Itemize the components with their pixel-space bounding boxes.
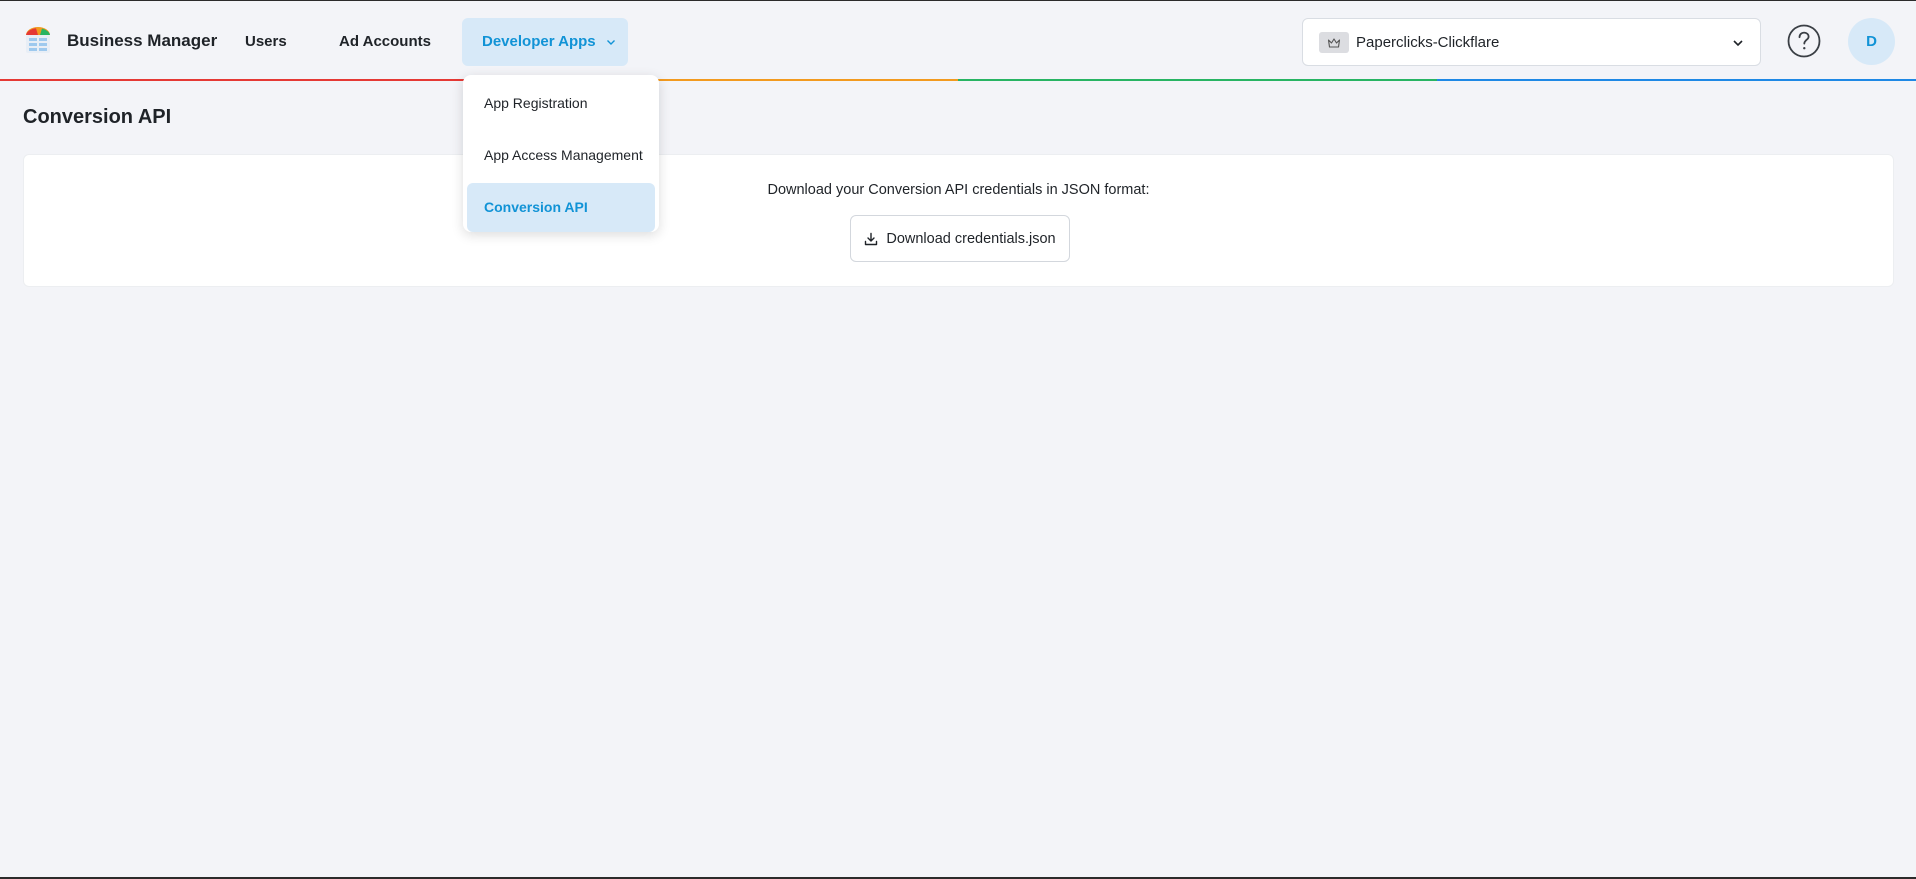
dropdown-item-label: App Registration xyxy=(484,95,588,111)
business-selector-value: Paperclicks-Clickflare xyxy=(1356,34,1500,51)
app-logo-icon[interactable] xyxy=(22,25,54,57)
help-circle-icon[interactable] xyxy=(1787,24,1821,58)
page-title: Conversion API xyxy=(23,106,172,128)
developer-apps-dropdown: App Registration App Access Management C… xyxy=(463,75,659,232)
download-credentials-button[interactable]: Download credentials.json xyxy=(850,215,1070,262)
crown-icon xyxy=(1319,32,1349,53)
nav-developer-apps-label: Developer Apps xyxy=(482,33,596,50)
nav-ad-accounts[interactable]: Ad Accounts xyxy=(319,18,451,66)
card-description: Download your Conversion API credentials… xyxy=(767,182,1150,198)
chevron-down-icon xyxy=(606,40,615,46)
nav-users[interactable]: Users xyxy=(225,18,307,66)
dropdown-item-conversion-api[interactable]: Conversion API xyxy=(467,183,655,232)
conversion-api-card: Download your Conversion API credentials… xyxy=(23,154,1894,287)
download-icon xyxy=(865,232,878,245)
brand-name: Business Manager xyxy=(67,31,218,50)
dropdown-item-label: App Access Management xyxy=(484,147,643,163)
dropdown-item-label: Conversion API xyxy=(484,199,588,215)
nav-users-label: Users xyxy=(245,33,287,50)
top-header: Business Manager Users Ad Accounts Devel… xyxy=(0,1,1916,81)
header-accent-bar xyxy=(0,79,1916,81)
nav-ad-accounts-label: Ad Accounts xyxy=(339,33,431,50)
nav-developer-apps[interactable]: Developer Apps xyxy=(462,18,628,66)
dropdown-item-app-access-management[interactable]: App Access Management xyxy=(467,131,655,180)
download-credentials-label: Download credentials.json xyxy=(886,230,1056,247)
chevron-down-icon xyxy=(1733,40,1743,47)
dropdown-item-app-registration[interactable]: App Registration xyxy=(467,79,655,128)
business-selector[interactable]: Paperclicks-Clickflare xyxy=(1302,18,1761,66)
user-avatar[interactable]: D xyxy=(1848,18,1895,65)
